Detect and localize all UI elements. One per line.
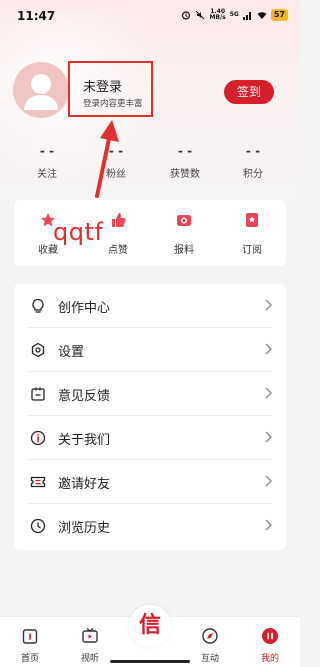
quick-action-label: 订阅 [242, 245, 262, 256]
menu-label: 意见反馈 [58, 389, 111, 404]
clock-icon [30, 518, 46, 534]
stat-likes[interactable]: - - 获赞数 [155, 144, 215, 180]
menu-card: 创作中心 设置 意见反馈 关于我们 邀请好友 浏览历史 [14, 284, 286, 550]
avatar[interactable] [13, 62, 69, 118]
signal-bars-icon [242, 12, 251, 20]
home-indicator [110, 660, 190, 663]
menu-label: 浏览历史 [58, 521, 111, 536]
info-icon [30, 430, 46, 446]
user-placeholder-icon [24, 74, 58, 110]
chevron-right-icon [265, 475, 272, 487]
signal-type: 5G [229, 11, 239, 18]
chevron-right-icon [265, 343, 272, 355]
status-time: 11:47 [17, 9, 56, 23]
nav-item-home[interactable]: 首页 [10, 627, 50, 664]
thumb-up-icon [112, 213, 126, 227]
annotation-arrow-icon [95, 120, 119, 198]
ticket-icon [30, 476, 46, 488]
nav-label: 我的 [260, 654, 279, 664]
menu-label: 创作中心 [58, 301, 111, 316]
wifi-icon [257, 12, 267, 19]
menu-label: 设置 [58, 345, 85, 360]
menu-item-invite-friends[interactable]: 邀请好友 [14, 460, 286, 504]
camera-icon [177, 215, 191, 226]
signin-button[interactable]: 签到 [224, 80, 274, 104]
status-bar: 11:47 1.40 MB/s 5G 57 [0, 0, 300, 30]
brand-logo: 信 [134, 610, 166, 642]
stat-value: - - [245, 144, 261, 158]
stats-row: - - 关注 - - 粉丝 - - 获赞数 - - 积分 [0, 144, 300, 184]
login-subtitle[interactable]: 登录内容更丰富 [83, 97, 151, 109]
compass-icon [202, 628, 218, 644]
stat-value: - - [39, 144, 55, 158]
menu-label: 关于我们 [58, 433, 111, 448]
stat-value: - - [177, 144, 193, 158]
stat-label: 获赞数 [170, 169, 200, 180]
gear-icon [31, 342, 45, 358]
login-title[interactable]: 未登录 [83, 76, 122, 95]
alarm-icon [182, 11, 191, 20]
quick-action-report[interactable]: 报料 [159, 212, 209, 256]
annotation-text: qqtf [53, 218, 104, 246]
menu-item-browse-history[interactable]: 浏览历史 [14, 504, 286, 548]
menu-item-feedback[interactable]: 意见反馈 [14, 372, 286, 416]
nav-label: 视听 [80, 654, 99, 664]
tv-icon [82, 628, 98, 643]
menu-item-about-us[interactable]: 关于我们 [14, 416, 286, 460]
menu-item-creator-center[interactable]: 创作中心 [14, 284, 286, 328]
chevron-right-icon [265, 431, 272, 443]
chevron-right-icon [265, 387, 272, 399]
nav-item-mine[interactable]: 我的 [250, 627, 290, 664]
home-icon [22, 629, 38, 644]
nav-item-audio-video[interactable]: 视听 [70, 627, 110, 664]
quick-action-label: 报料 [174, 245, 194, 256]
nav-center-button[interactable]: 信 [129, 605, 171, 647]
menu-label: 邀请好友 [58, 477, 111, 492]
lightbulb-icon [32, 298, 44, 313]
nav-label: 首页 [20, 654, 39, 664]
nav-item-interaction[interactable]: 互动 [190, 627, 230, 664]
stat-points[interactable]: - - 积分 [223, 144, 283, 180]
chevron-right-icon [265, 299, 272, 311]
stat-label: 关注 [37, 169, 57, 180]
nav-label: 互动 [200, 654, 219, 664]
chevron-right-icon [265, 519, 272, 531]
feedback-icon [31, 387, 45, 401]
subscribe-icon [246, 213, 258, 227]
mute-icon [196, 10, 205, 20]
battery-level: 57 [270, 9, 288, 21]
quick-action-subscribe[interactable]: 订阅 [227, 212, 277, 256]
stat-label: 积分 [243, 169, 263, 180]
menu-item-settings[interactable]: 设置 [14, 328, 286, 372]
network-speed: 1.40 MB/s [209, 8, 226, 21]
status-icons: 1.40 MB/s 5G 57 [181, 9, 288, 21]
stat-following[interactable]: - - 关注 [17, 144, 77, 180]
profile-icon [262, 628, 278, 644]
